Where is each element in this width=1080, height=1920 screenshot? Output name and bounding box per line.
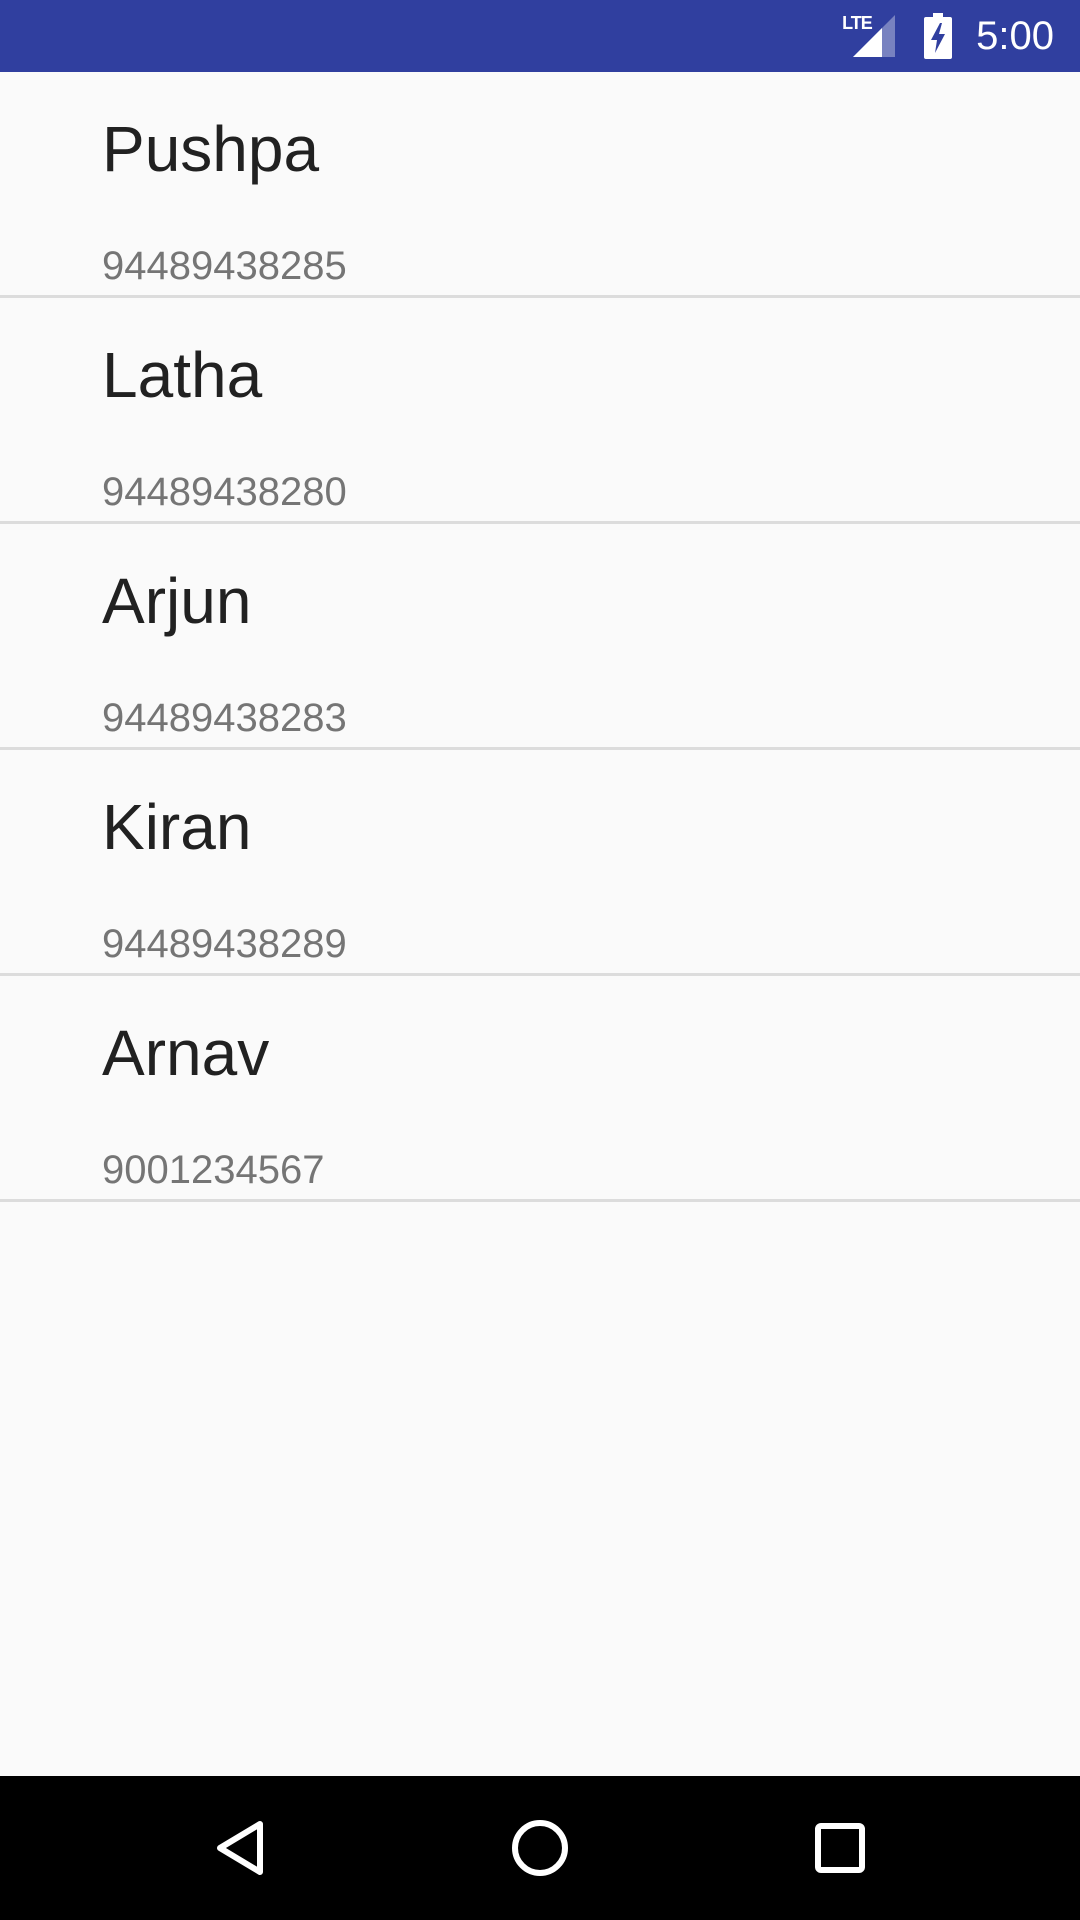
recents-icon[interactable] [804, 1812, 876, 1884]
contact-phone: 94489438283 [102, 696, 347, 740]
contact-phone: 94489438280 [102, 470, 347, 514]
back-icon[interactable] [204, 1812, 276, 1884]
screen: LTE 5:00 Pushpa 94489438285 Latha 944894… [0, 0, 1080, 1920]
contact-name: Arjun [102, 565, 252, 637]
contact-item[interactable]: Kiran 94489438289 [0, 750, 1080, 976]
contact-name: Kiran [102, 791, 252, 863]
contact-item[interactable]: Arnav 9001234567 [0, 976, 1080, 1202]
contact-list: Pushpa 94489438285 Latha 94489438280 Arj… [0, 72, 1080, 1202]
contact-name: Arnav [102, 1017, 270, 1089]
contact-item[interactable]: Latha 94489438280 [0, 298, 1080, 524]
lte-signal-icon: LTE [840, 13, 900, 59]
contact-name: Latha [102, 339, 263, 411]
contact-phone: 94489438285 [102, 244, 347, 288]
status-time: 5:00 [976, 13, 1054, 58]
home-icon[interactable] [504, 1812, 576, 1884]
contact-name: Pushpa [102, 113, 320, 185]
status-bar: LTE 5:00 [0, 0, 1080, 72]
contact-item[interactable]: Pushpa 94489438285 [0, 72, 1080, 298]
contact-phone: 9001234567 [102, 1148, 325, 1192]
navigation-bar [0, 1776, 1080, 1920]
contact-item[interactable]: Arjun 94489438283 [0, 524, 1080, 750]
battery-charging-icon [924, 13, 953, 59]
network-type-label: LTE [842, 13, 873, 33]
contact-phone: 94489438289 [102, 922, 347, 966]
